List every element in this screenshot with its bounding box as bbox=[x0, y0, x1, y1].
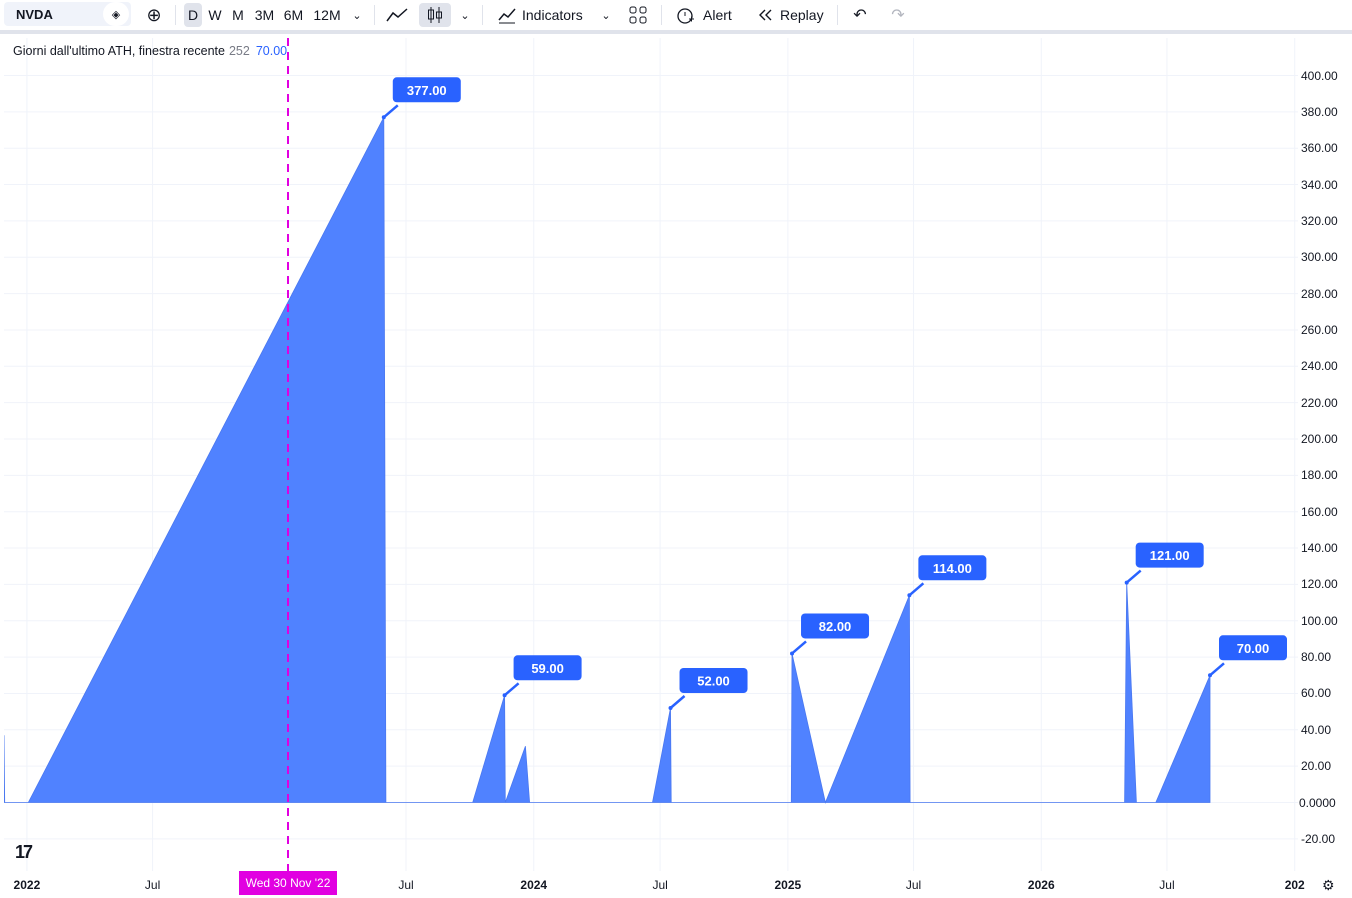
indicator-legend[interactable]: Giorni dall'ultimo ATH, finestra recente… bbox=[13, 44, 287, 58]
symbol-name[interactable]: NVDA bbox=[4, 7, 103, 22]
interval-6m[interactable]: 6M bbox=[280, 3, 307, 27]
y-tick-label: 380.00 bbox=[1301, 104, 1338, 119]
annotation-label: 121.00 bbox=[1150, 548, 1190, 563]
annotation-label: 114.00 bbox=[933, 561, 972, 576]
y-tick-label: 100.00 bbox=[1301, 613, 1338, 628]
annotation-pointer bbox=[1125, 569, 1142, 584]
y-tick-label: 240.00 bbox=[1301, 359, 1338, 374]
line-chart-icon[interactable] bbox=[383, 3, 411, 27]
annotation-label: 70.00 bbox=[1237, 641, 1270, 656]
y-tick-label: 140.00 bbox=[1301, 541, 1338, 556]
y-tick-label: 120.00 bbox=[1301, 577, 1338, 592]
compare-plus-icon[interactable]: ⊕ bbox=[142, 3, 166, 27]
annotation-label: 59.00 bbox=[531, 661, 564, 676]
y-tick-label: 340.00 bbox=[1301, 177, 1338, 192]
interval-3m[interactable]: 3M bbox=[251, 3, 278, 27]
chevron-down-icon[interactable]: ⌄ bbox=[456, 3, 474, 27]
annotation-point bbox=[668, 705, 673, 710]
legend-title: Giorni dall'ultimo ATH, finestra recente bbox=[13, 44, 225, 58]
replay-icon[interactable] bbox=[753, 3, 777, 27]
y-tick-label: 80.00 bbox=[1301, 650, 1332, 665]
y-tick-label: 220.00 bbox=[1301, 395, 1338, 410]
interval-d[interactable]: D bbox=[184, 3, 202, 27]
y-tick-label: 20.00 bbox=[1301, 759, 1332, 774]
annotation-pointer bbox=[791, 640, 807, 655]
chevron-down-icon[interactable]: ⌄ bbox=[348, 3, 366, 27]
alarm-clock-icon[interactable] bbox=[672, 3, 698, 27]
gear-icon[interactable]: ⚙ bbox=[1322, 877, 1335, 894]
chart-plot-area[interactable]: 377.00 59.00 52.00 82.00 114.00 121.00 70.00 bbox=[4, 38, 1298, 871]
x-tick-label: Jul bbox=[1159, 878, 1175, 892]
indicators-icon[interactable] bbox=[494, 3, 520, 27]
layout-grid-icon[interactable] bbox=[626, 3, 650, 27]
redo-icon[interactable]: ↷ bbox=[886, 3, 910, 27]
annotation-point bbox=[1124, 580, 1129, 585]
y-tick-label: -20.00 bbox=[1301, 831, 1336, 846]
toolbar-divider bbox=[482, 5, 483, 25]
annotation-pointer bbox=[1209, 662, 1225, 677]
y-tick-label: 0.0000 bbox=[1299, 795, 1336, 810]
y-tick-label: 260.00 bbox=[1301, 322, 1338, 337]
annotation-label: 52.00 bbox=[697, 673, 730, 688]
x-tick-label: Jul bbox=[905, 878, 922, 892]
chevron-down-icon[interactable]: ⌄ bbox=[597, 3, 615, 27]
interval-m[interactable]: M bbox=[228, 3, 248, 27]
time-axis[interactable]: 2022 Jul Jul 2024 Jul 2025 Jul 2026 Jul 202 bbox=[0, 871, 1305, 898]
annotation-point bbox=[790, 651, 795, 656]
alert-button[interactable]: Alert bbox=[703, 3, 739, 27]
annotation-point bbox=[907, 593, 912, 598]
replay-button[interactable]: Replay bbox=[780, 3, 826, 27]
x-tick-label: 2026 bbox=[1027, 878, 1055, 892]
y-tick-label: 160.00 bbox=[1301, 504, 1338, 519]
annotation-pointer bbox=[382, 104, 399, 119]
legend-value: 70.00 bbox=[255, 44, 288, 58]
annotation-label: 377.00 bbox=[407, 83, 447, 98]
toolbar-divider bbox=[374, 5, 375, 25]
annotation-point bbox=[381, 115, 386, 120]
y-tick-label: 180.00 bbox=[1301, 468, 1338, 483]
annotation-point bbox=[1208, 673, 1212, 678]
crosshair-date-label: Wed 30 Nov '22 bbox=[239, 871, 337, 895]
undo-icon[interactable]: ↶ bbox=[848, 3, 872, 27]
indicators-button[interactable]: Indicators bbox=[522, 3, 590, 27]
x-tick-label: Jul bbox=[398, 878, 414, 892]
toolbar-divider bbox=[661, 5, 662, 25]
y-tick-label: 40.00 bbox=[1301, 722, 1332, 737]
toolbar-divider bbox=[175, 5, 176, 25]
x-tick-label: 2024 bbox=[520, 878, 548, 892]
y-tick-label: 280.00 bbox=[1301, 286, 1338, 301]
x-tick-label: Jul bbox=[144, 878, 161, 892]
area-series bbox=[4, 117, 1211, 804]
gem-icon[interactable]: ◈ bbox=[103, 2, 129, 26]
annotation-pointer bbox=[669, 695, 686, 709]
annotation-point bbox=[502, 693, 507, 698]
y-tick-label: 320.00 bbox=[1301, 213, 1338, 228]
x-tick-label: Jul bbox=[652, 878, 668, 892]
chart-toolbar: NVDA ◈ ⊕ D W M 3M 6M 12M ⌄ ⌄ Indicators … bbox=[0, 0, 1352, 34]
x-tick-label: 2022 bbox=[13, 878, 41, 892]
toolbar-divider bbox=[837, 5, 838, 25]
legend-input: 252 bbox=[228, 44, 250, 58]
annotation-pointer bbox=[908, 582, 925, 597]
symbol-search[interactable]: NVDA ◈ bbox=[4, 2, 131, 26]
x-tick-label: 202 bbox=[1284, 878, 1305, 892]
y-tick-label: 300.00 bbox=[1301, 250, 1338, 265]
annotation-label: 82.00 bbox=[819, 619, 852, 634]
price-axis[interactable]: 400.00 380.00 360.00 340.00 320.00 300.00 280.… bbox=[1298, 38, 1352, 871]
interval-w[interactable]: W bbox=[205, 3, 225, 27]
y-tick-label: 60.00 bbox=[1301, 686, 1332, 701]
y-tick-label: 360.00 bbox=[1301, 141, 1338, 156]
x-tick-label: 2025 bbox=[774, 878, 802, 892]
candles-icon[interactable] bbox=[419, 3, 451, 27]
y-tick-label: 200.00 bbox=[1301, 432, 1338, 446]
interval-12m[interactable]: 12M bbox=[310, 3, 344, 27]
tradingview-logo: 17 bbox=[15, 842, 33, 862]
y-tick-label: 400.00 bbox=[1301, 68, 1338, 83]
